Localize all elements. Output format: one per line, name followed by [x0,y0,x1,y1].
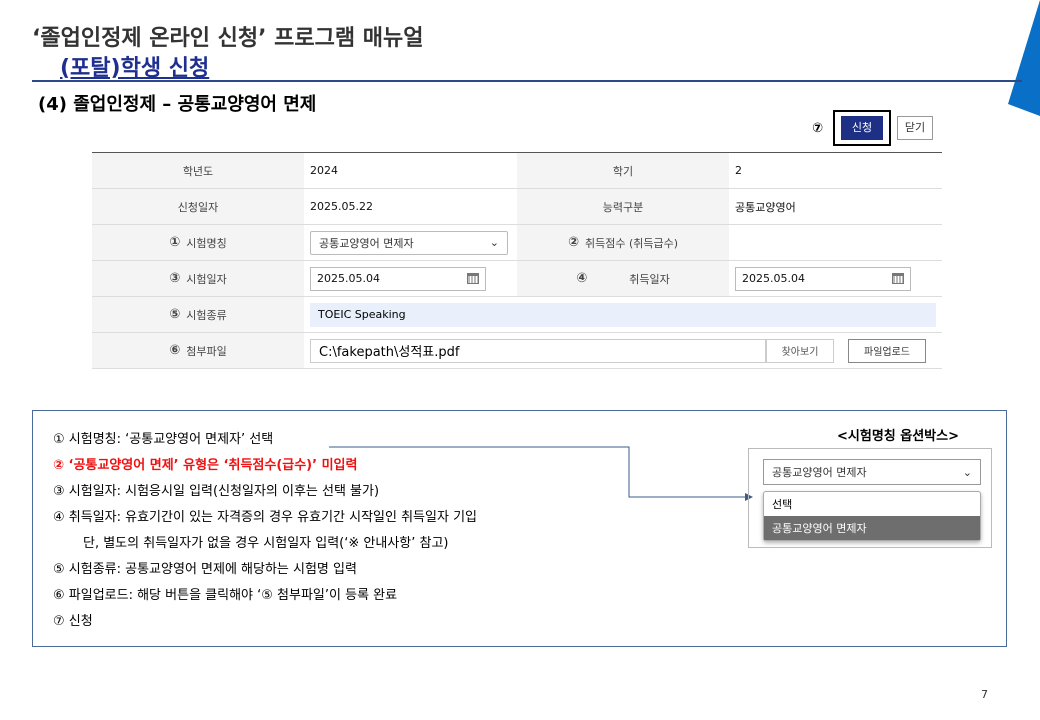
close-button[interactable]: 닫기 [897,116,934,140]
exam-type-label-text: 시험종류 [186,308,227,322]
exam-date-label: ③ 시험일자 [92,261,304,296]
header-divider [32,80,1022,82]
page-number: 7 [981,688,988,701]
option-item[interactable]: 선택 [764,492,980,516]
exam-date-input[interactable]: 2025.05.04 [310,266,486,291]
option-item-selected[interactable]: 공통교양영어 면제자 [764,516,980,540]
step-marker-6: ⑥ [169,343,181,358]
step-marker-3: ③ [169,271,181,286]
acq-date-input[interactable]: 2025.05.04 [735,266,911,291]
term-value: 2 [735,164,742,177]
term-label: 학기 [517,153,729,188]
section-title: (4) 졸업인정제 – 공통교양영어 면제 [38,94,317,115]
exam-name-selected: 공통교양영어 면제자 [319,236,414,250]
document-subtitle: (포탈)학생 신청 [60,56,210,81]
exam-name-cell: 공통교양영어 면제자 ⌄ [304,225,517,260]
form-row: ① 시험명칭 공통교양영어 면제자 ⌄ ② 취득점수 (취득급수) [92,225,942,261]
browse-button[interactable]: 찾아보기 [766,338,834,363]
instructions-box: ① 시험명칭: ‘공통교양영어 면제자’ 선택 ② ‘공통교양영어 면제’ 유형… [32,410,1007,647]
form-row: ⑤ 시험종류 TOEIC Speaking [92,297,942,333]
exam-name-select[interactable]: 공통교양영어 면제자 ⌄ [310,230,508,255]
exam-date-value: 2025.05.04 [317,272,380,285]
option-box-title: <시험명칭 옵션박스> [837,429,959,444]
file-cell: C:\fakepath\성적표.pdf 찾아보기 파일업로드 [304,333,942,368]
step-marker-2: ② [567,235,579,250]
chevron-down-icon: ⌄ [962,465,972,479]
apply-date-label: 신청일자 [92,189,304,224]
apply-highlight: 신청 [833,110,892,146]
year-value: 2024 [310,164,338,177]
step-marker-4: ④ [576,271,588,286]
exam-name-label-text: 시험명칭 [186,236,227,250]
form-row: 학년도 2024 학기 2 [92,153,942,189]
year-label: 학년도 [92,153,304,188]
exam-type-input[interactable]: TOEIC Speaking [310,302,936,327]
upload-button[interactable]: 파일업로드 [848,338,926,363]
acq-date-value: 2025.05.04 [742,272,805,285]
chevron-down-icon: ⌄ [489,236,499,249]
file-path-input[interactable]: C:\fakepath\성적표.pdf [310,338,766,363]
acq-date-label-text: 취득일자 [629,272,670,286]
corner-decoration [1008,0,1040,116]
ability-value: 공통교양영어 [735,200,796,214]
exam-type-label: ⑤ 시험종류 [92,297,304,332]
toolbar: ⑦ 신청 닫기 [812,110,934,146]
calendar-icon[interactable] [467,273,479,284]
option-selected: 공통교양영어 면제자 [772,466,867,479]
apply-date-value: 2025.05.22 [310,200,373,213]
form-row: 신청일자 2025.05.22 능력구분 공통교양영어 [92,189,942,225]
step-marker-1: ① [169,235,181,250]
option-select[interactable]: 공통교양영어 면제자 ⌄ [763,459,981,485]
exam-date-label-text: 시험일자 [186,272,227,286]
file-label-text: 첨부파일 [186,344,227,358]
form-row: ③ 시험일자 2025.05.04 ④ 취득일자 2025.05.04 [92,261,942,297]
option-box-frame: 공통교양영어 면제자 ⌄ 선택 공통교양영어 면제자 [748,448,992,548]
acq-date-cell: 2025.05.04 [729,261,942,296]
score-label-text: 취득점수 (취득급수) [584,236,679,250]
application-form: 학년도 2024 학기 2 신청일자 2025.05.22 능력구분 공통교양영… [92,152,942,369]
exam-name-label: ① 시험명칭 [92,225,304,260]
ability-label: 능력구분 [517,189,729,224]
score-input[interactable] [729,225,942,260]
exam-type-cell: TOEIC Speaking [304,297,942,332]
apply-button[interactable]: 신청 [841,116,884,140]
calendar-icon[interactable] [892,273,904,284]
step-marker-7: ⑦ [812,120,824,136]
option-dropdown: 선택 공통교양영어 면제자 [763,491,981,541]
file-label: ⑥ 첨부파일 [92,333,304,368]
acq-date-label: ④ 취득일자 [517,261,729,296]
step-marker-5: ⑤ [169,307,181,322]
exam-date-cell: 2025.05.04 [304,261,517,296]
form-row: ⑥ 첨부파일 C:\fakepath\성적표.pdf 찾아보기 파일업로드 [92,333,942,369]
score-label: ② 취득점수 (취득급수) [517,225,729,260]
document-title: ‘졸업인정제 온라인 신청’ 프로그램 매뉴얼 [32,26,424,51]
